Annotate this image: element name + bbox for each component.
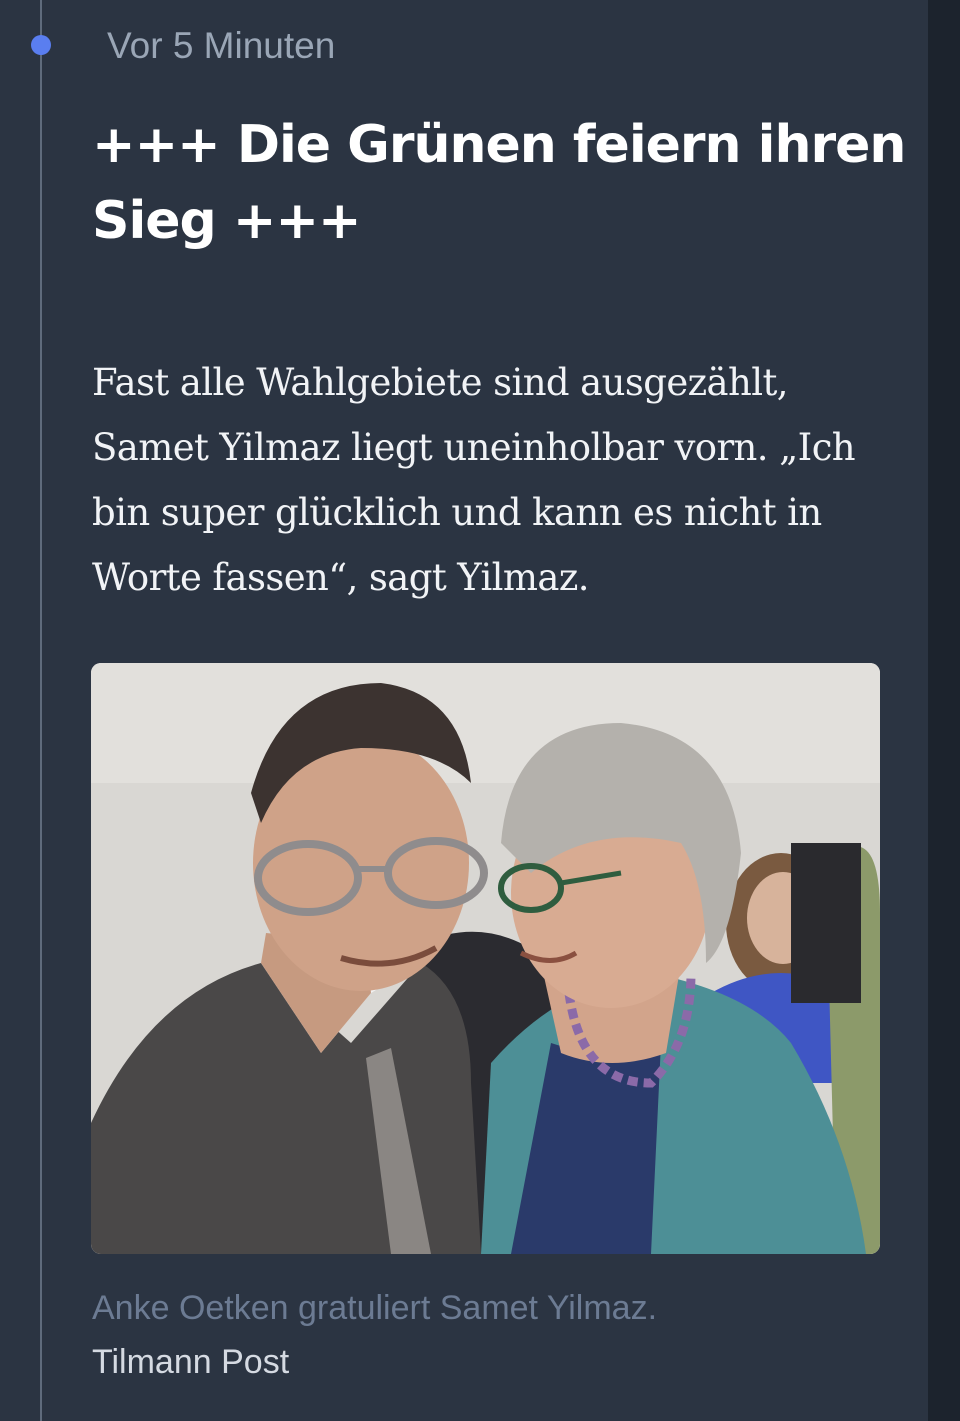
photo-credit: Tilmann Post: [92, 1343, 290, 1381]
entry-timestamp: Vor 5 Minuten: [107, 25, 336, 66]
live-ticker-feed: Vor 5 Minuten +++ Die Grünen feiern ihre…: [0, 0, 928, 1421]
timeline-line: [40, 0, 42, 1421]
entry-headline: +++ Die Grünen feiern ihren Sieg +++: [92, 115, 906, 251]
scroll-gutter: [928, 0, 960, 1421]
photo-illustration: [91, 663, 880, 1254]
entry-body-text: Fast alle Wahlgebiete sind ausgezählt, S…: [92, 361, 856, 599]
timeline-dot: [31, 35, 51, 55]
photo-caption: Anke Oetken gratuliert Samet Yilmaz.: [92, 1289, 658, 1327]
entry-photo[interactable]: [91, 663, 880, 1254]
